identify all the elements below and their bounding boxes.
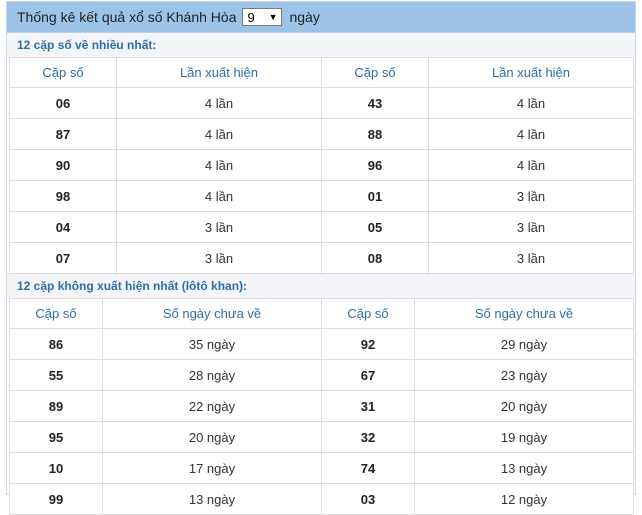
days-cell: 20 ngày [102, 421, 322, 453]
lottery-stats-panel: Thống kê kết quả xổ số Khánh Hòa 9 ▼ ngà… [6, 1, 636, 515]
count-cell: 4 lần [428, 118, 634, 150]
count-cell: 3 lần [428, 180, 634, 212]
count-cell: 4 lần [116, 149, 322, 181]
pair-cell: 96 [321, 149, 429, 181]
col-header-count: Lần xuất hiện [116, 57, 322, 88]
pair-cell: 74 [321, 452, 415, 484]
count-cell: 4 lần [428, 87, 634, 119]
table-row: 55 28 ngày 67 23 ngày [9, 359, 634, 391]
pair-cell: 92 [321, 328, 415, 360]
pair-cell: 03 [321, 483, 415, 515]
pair-cell: 43 [321, 87, 429, 119]
col-header-pair: Cặp số [321, 57, 429, 88]
count-cell: 3 lần [428, 242, 634, 274]
pair-cell: 88 [321, 118, 429, 150]
pair-cell: 89 [9, 390, 103, 422]
header-suffix: ngày [289, 9, 320, 25]
count-cell: 4 lần [116, 118, 322, 150]
table-row: 07 3 lần 08 3 lần [9, 242, 634, 274]
days-cell: 23 ngày [414, 359, 634, 391]
pair-cell: 07 [9, 242, 117, 274]
table-header-row: Cặp số Số ngày chưa về Cặp số Số ngày ch… [9, 298, 634, 329]
table-row: 98 4 lần 01 3 lần [9, 180, 634, 212]
days-select-value: 9 [247, 9, 255, 25]
count-cell: 3 lần [428, 211, 634, 243]
pair-cell: 01 [321, 180, 429, 212]
table-row: 95 20 ngày 32 19 ngày [9, 421, 634, 453]
pair-cell: 87 [9, 118, 117, 150]
table-row: 06 4 lần 43 4 lần [9, 87, 634, 119]
most-frequent-title: 12 cặp số về nhiều nhất: [7, 33, 635, 57]
pair-cell: 95 [9, 421, 103, 453]
table-header-row: Cặp số Lần xuất hiện Cặp số Lần xuất hiệ… [9, 57, 634, 88]
pair-cell: 08 [321, 242, 429, 274]
pair-cell: 10 [9, 452, 103, 484]
pair-cell: 55 [9, 359, 103, 391]
table-row: 10 17 ngày 74 13 ngày [9, 452, 634, 484]
absent-pairs-title: 12 cặp không xuất hiện nhất (lôtô khan): [7, 274, 635, 298]
col-header-pair: Cặp số [9, 57, 117, 88]
pair-cell: 32 [321, 421, 415, 453]
days-cell: 20 ngày [414, 390, 634, 422]
pair-cell: 67 [321, 359, 415, 391]
pair-cell: 99 [9, 483, 103, 515]
days-cell: 35 ngày [102, 328, 322, 360]
table-row: 90 4 lần 96 4 lần [9, 149, 634, 181]
days-cell: 13 ngày [102, 483, 322, 515]
table-row: 04 3 lần 05 3 lần [9, 211, 634, 243]
count-cell: 4 lần [116, 87, 322, 119]
header-prefix: Thống kê kết quả xổ số Khánh Hòa [17, 9, 237, 25]
col-header-days: Số ngày chưa về [102, 298, 322, 329]
table-row: 89 22 ngày 31 20 ngày [9, 390, 634, 422]
col-header-count: Lần xuất hiện [428, 57, 634, 88]
col-header-pair: Cặp số [9, 298, 103, 329]
most-frequent-table: Cặp số Lần xuất hiện Cặp số Lần xuất hiệ… [9, 57, 634, 274]
days-cell: 29 ngày [414, 328, 634, 360]
pair-cell: 90 [9, 149, 117, 181]
count-cell: 3 lần [116, 211, 322, 243]
pair-cell: 86 [9, 328, 103, 360]
absent-pairs-table: Cặp số Số ngày chưa về Cặp số Số ngày ch… [9, 298, 634, 515]
pair-cell: 98 [9, 180, 117, 212]
table-row: 99 13 ngày 03 12 ngày [9, 483, 634, 515]
col-header-days: Số ngày chưa về [414, 298, 634, 329]
pair-cell: 31 [321, 390, 415, 422]
pair-cell: 05 [321, 211, 429, 243]
days-cell: 12 ngày [414, 483, 634, 515]
days-cell: 28 ngày [102, 359, 322, 391]
pair-cell: 06 [9, 87, 117, 119]
days-cell: 19 ngày [414, 421, 634, 453]
pair-cell: 04 [9, 211, 117, 243]
table-row: 87 4 lần 88 4 lần [9, 118, 634, 150]
chevron-down-icon: ▼ [268, 12, 278, 22]
col-header-pair: Cặp số [321, 298, 415, 329]
panel-header: Thống kê kết quả xổ số Khánh Hòa 9 ▼ ngà… [7, 2, 635, 33]
count-cell: 3 lần [116, 242, 322, 274]
count-cell: 4 lần [428, 149, 634, 181]
count-cell: 4 lần [116, 180, 322, 212]
days-select[interactable]: 9 ▼ [242, 8, 283, 26]
days-cell: 22 ngày [102, 390, 322, 422]
days-cell: 17 ngày [102, 452, 322, 484]
table-row: 86 35 ngày 92 29 ngày [9, 328, 634, 360]
days-cell: 13 ngày [414, 452, 634, 484]
